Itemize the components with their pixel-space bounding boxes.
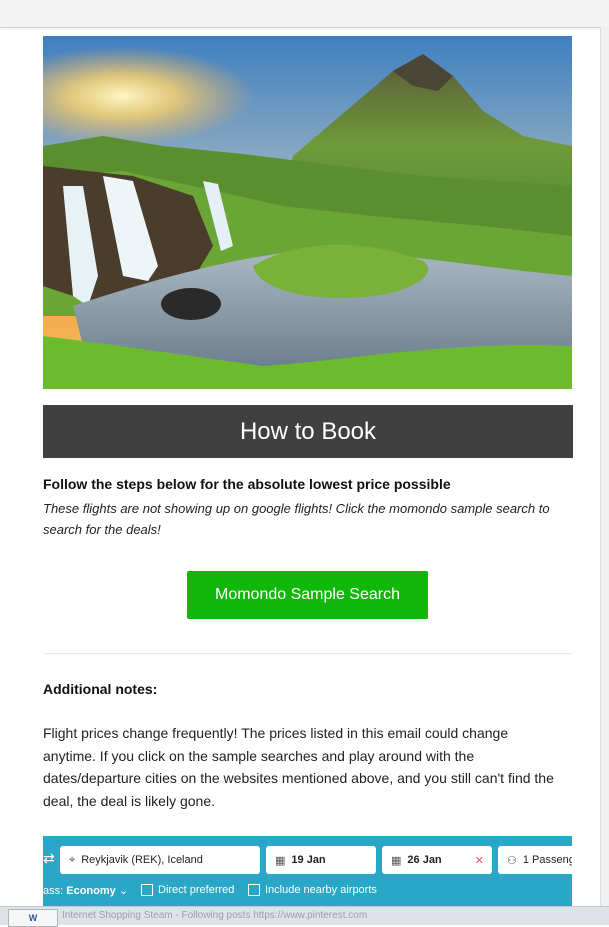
person-icon: ⚇ xyxy=(507,854,517,867)
italic-note: These flights are not showing up on goog… xyxy=(43,501,550,537)
browser-toolbar xyxy=(0,0,609,28)
direct-preferred-label: Direct preferred xyxy=(158,884,235,896)
lead-text: Follow the steps below for the absolute … xyxy=(43,476,451,492)
origin-field: ⌖ Reykjavik (REK), Iceland xyxy=(60,846,260,874)
hero-image xyxy=(43,36,572,389)
checkbox-icon xyxy=(141,884,153,896)
taskbar-text: Internet Shopping Steam - Following post… xyxy=(62,910,368,921)
location-pin-icon: ⌖ xyxy=(69,853,76,866)
chevron-down-icon: ⌄ xyxy=(118,885,129,897)
scrollbar[interactable] xyxy=(600,27,609,924)
depart-date-field: ▦ 19 Jan xyxy=(266,846,376,874)
additional-notes-title: Additional notes: xyxy=(43,681,158,697)
nearby-airports-label: Include nearby airports xyxy=(265,884,377,896)
depart-date-value: 19 Jan xyxy=(291,854,326,866)
nearby-airports-checkbox: Include nearby airports xyxy=(248,884,377,896)
origin-value: Reykjavik (REK), Iceland xyxy=(81,854,203,866)
cabin-class-value: Economy xyxy=(66,885,116,897)
calendar-icon: ▦ xyxy=(275,854,286,867)
cabin-class: ass: Economy ⌄ xyxy=(43,884,128,897)
momondo-sample-search-button[interactable]: Momondo Sample Search xyxy=(187,571,428,619)
additional-notes-body: Flight prices change frequently! The pri… xyxy=(43,725,554,809)
passengers-value: 1 Passeng xyxy=(522,854,572,866)
divider xyxy=(43,653,573,654)
cabin-class-prefix: ass: xyxy=(43,885,64,897)
return-date-value: 26 Jan xyxy=(407,854,442,866)
checkbox-icon xyxy=(248,884,260,896)
swap-arrow-icon: ⇄ xyxy=(43,850,55,866)
momondo-search-screenshot[interactable]: ⇄ ⌖ Reykjavik (REK), Iceland ▦ 19 Jan ▦ … xyxy=(43,836,572,916)
return-date-field: ▦ 26 Jan ✕ xyxy=(382,846,492,874)
close-icon: ✕ xyxy=(474,854,484,867)
word-app-icon[interactable]: W xyxy=(8,909,58,927)
calendar-icon: ▦ xyxy=(391,854,402,867)
passengers-field: ⚇ 1 Passeng xyxy=(498,846,572,874)
taskbar: W Internet Shopping Steam - Following po… xyxy=(0,906,609,927)
how-to-book-heading: How to Book xyxy=(43,405,573,458)
direct-preferred-checkbox: Direct preferred xyxy=(141,884,234,896)
